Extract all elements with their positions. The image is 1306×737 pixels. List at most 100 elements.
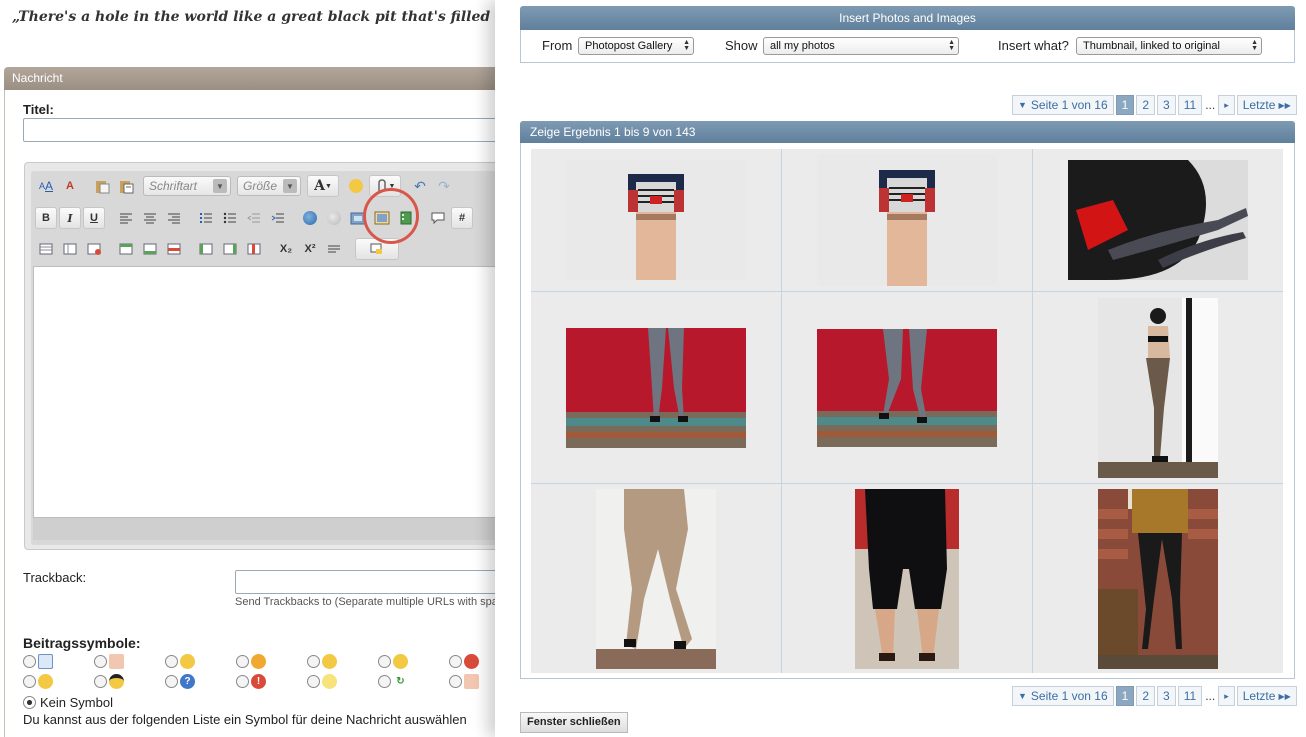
trackback-label: Trackback:: [23, 570, 87, 585]
unordered-list-icon[interactable]: [219, 207, 241, 229]
font-size-icon[interactable]: AA: [35, 175, 57, 197]
row-insert-before-icon[interactable]: [115, 238, 137, 260]
post-icon-option[interactable]: [23, 674, 53, 689]
horizontal-rule-icon[interactable]: [323, 238, 345, 260]
post-icon-option[interactable]: ?: [165, 674, 195, 689]
underline-button[interactable]: U: [83, 207, 105, 229]
row-delete-icon[interactable]: [163, 238, 185, 260]
photo-thumbnail[interactable]: [566, 327, 746, 448]
exclamation-icon: !: [251, 674, 266, 689]
post-icon-option[interactable]: [94, 654, 124, 669]
page-2-button[interactable]: 2: [1136, 686, 1156, 706]
paste-text-icon[interactable]: [115, 175, 137, 197]
table-icon[interactable]: [35, 238, 57, 260]
thumbs-down-icon: [109, 654, 124, 669]
laugh-icon: [251, 654, 266, 669]
table-props-icon[interactable]: [59, 238, 81, 260]
last-page-button[interactable]: Letzte ▶▶: [1236, 95, 1297, 115]
redo-icon[interactable]: ↷: [433, 175, 455, 197]
post-icon-option[interactable]: [449, 674, 479, 689]
photo-thumbnail[interactable]: [817, 154, 997, 286]
chevron-down-icon: ▼: [213, 179, 227, 193]
thumbs-up-icon: [464, 674, 479, 689]
ordered-list-icon[interactable]: [195, 207, 217, 229]
align-right-icon[interactable]: [163, 207, 185, 229]
show-select[interactable]: all my photos ▲ ▼: [763, 37, 959, 55]
paste-icon[interactable]: [91, 175, 113, 197]
page-11-button[interactable]: 11: [1177, 95, 1203, 115]
title-label: Titel:: [23, 102, 54, 117]
page-11-button[interactable]: 11: [1177, 686, 1203, 706]
post-icon-option[interactable]: [94, 674, 124, 689]
next-page-button[interactable]: ▸: [1218, 686, 1235, 706]
superscript-button[interactable]: X²: [299, 238, 321, 260]
photo-thumbnail[interactable]: [855, 488, 959, 669]
font-size-select[interactable]: Größe ▼: [237, 176, 301, 196]
indent-icon[interactable]: [267, 207, 289, 229]
show-label: Show: [725, 38, 758, 53]
post-icons-label: Beitragssymbole:: [23, 635, 141, 651]
radio-selected[interactable]: [23, 696, 36, 709]
page-1-button[interactable]: 1: [1115, 95, 1135, 115]
photo-thumbnail[interactable]: [566, 160, 746, 280]
photo-thumbnail[interactable]: [1098, 297, 1218, 478]
results-header: Zeige Ergebnis 1 bis 9 von 143: [520, 121, 1295, 143]
page-2-button[interactable]: 2: [1136, 95, 1156, 115]
col-delete-icon[interactable]: [243, 238, 265, 260]
quote-icon[interactable]: [427, 207, 449, 229]
font-color-button[interactable]: A ▼: [307, 175, 339, 197]
remove-link-icon[interactable]: [323, 207, 345, 229]
post-icon-option[interactable]: [449, 654, 479, 669]
align-left-icon[interactable]: [115, 207, 137, 229]
post-icon-option[interactable]: [378, 654, 408, 669]
page-1-button[interactable]: 1: [1115, 686, 1135, 706]
updown-arrows-icon: ▲ ▼: [948, 39, 955, 52]
post-icon-option[interactable]: [165, 654, 195, 669]
title-input[interactable]: [23, 118, 495, 142]
smile-icon: [180, 654, 195, 669]
cool-icon: [109, 674, 124, 689]
toolbar-row-3: X₂ X²: [35, 238, 399, 260]
page-3-button[interactable]: 3: [1157, 686, 1176, 706]
no-icon-option[interactable]: Kein Symbol: [23, 695, 113, 710]
post-icon-option[interactable]: [236, 654, 266, 669]
trackback-input[interactable]: [235, 570, 495, 594]
table-delete-icon[interactable]: [83, 238, 105, 260]
col-insert-before-icon[interactable]: [195, 238, 217, 260]
subscript-button[interactable]: X₂: [275, 238, 297, 260]
no-icon-label: Kein Symbol: [40, 695, 113, 710]
post-icon-option[interactable]: ↻: [378, 674, 408, 689]
page-menu-button[interactable]: ▼ Seite 1 von 16: [1012, 686, 1114, 706]
undo-icon[interactable]: ↶: [409, 175, 431, 197]
post-icon-option[interactable]: [307, 674, 337, 689]
photo-thumbnail[interactable]: [1068, 160, 1248, 280]
photo-thumbnail[interactable]: [596, 488, 716, 669]
from-label: From: [542, 38, 573, 53]
col-insert-after-icon[interactable]: [219, 238, 241, 260]
caret-down-icon: ▼: [1018, 100, 1027, 110]
from-select[interactable]: Photopost Gallery ▲ ▼: [578, 37, 694, 55]
editor-resize-bar[interactable]: [33, 518, 495, 540]
last-page-button[interactable]: Letzte ▶▶: [1236, 686, 1297, 706]
bold-button[interactable]: B: [35, 207, 57, 229]
photo-thumbnail[interactable]: [1098, 488, 1218, 669]
next-page-button[interactable]: ▸: [1218, 95, 1235, 115]
editor-text-area[interactable]: [33, 266, 495, 518]
row-insert-after-icon[interactable]: [139, 238, 161, 260]
remove-format-icon[interactable]: A: [59, 175, 81, 197]
close-window-button[interactable]: Fenster schließen: [520, 712, 628, 733]
italic-button[interactable]: I: [59, 207, 81, 229]
hash-button[interactable]: #: [451, 207, 473, 229]
smilie-icon[interactable]: [345, 175, 367, 197]
photo-thumbnail[interactable]: [817, 328, 997, 447]
post-icon-option[interactable]: !: [236, 674, 266, 689]
post-icon-option[interactable]: [23, 654, 53, 669]
insert-link-icon[interactable]: [299, 207, 321, 229]
page-3-button[interactable]: 3: [1157, 95, 1176, 115]
insert-what-select[interactable]: Thumbnail, linked to original ▲ ▼: [1076, 37, 1262, 55]
font-family-select[interactable]: Schriftart ▼: [143, 176, 231, 196]
page-menu-button[interactable]: ▼ Seite 1 von 16: [1012, 95, 1114, 115]
post-icon-option[interactable]: [307, 654, 337, 669]
align-center-icon[interactable]: [139, 207, 161, 229]
outdent-icon[interactable]: [243, 207, 265, 229]
